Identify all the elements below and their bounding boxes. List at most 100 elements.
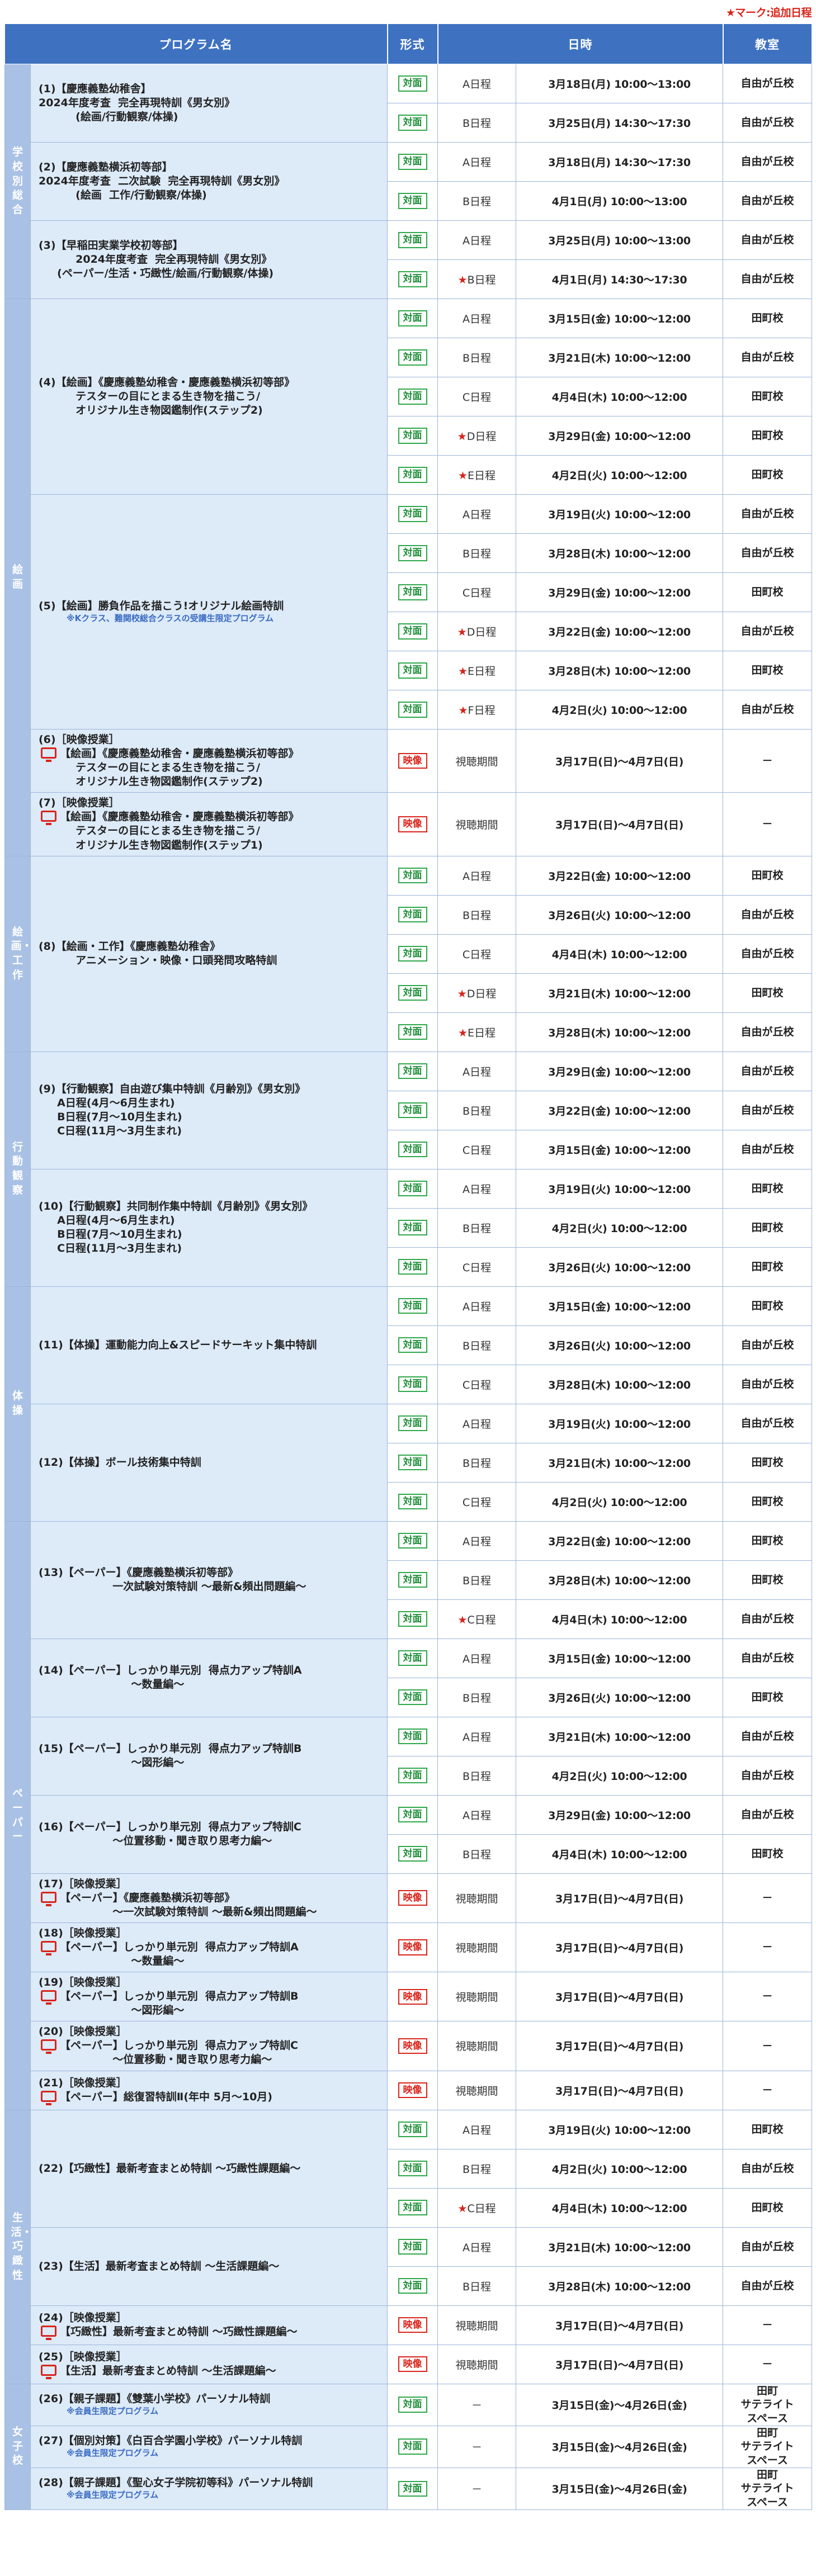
video-format-badge: 映像 — [398, 2356, 427, 2373]
member-only-note: ※会員生限定プログラム — [67, 2406, 159, 2417]
schedule-cell: 視聴期間 — [437, 728, 516, 793]
room-cell: 自由が丘校 — [723, 533, 812, 573]
in-person-format-badge: 対面 — [398, 1728, 427, 1745]
program-line-text: 【ペーパー】《慶應義塾横浜初等部》 — [60, 1891, 235, 1904]
video-format-badge: 映像 — [398, 752, 427, 769]
date-cell: 3月19日(火) 10:00～12:00 — [516, 1168, 723, 1209]
category-cell: 生活・巧緻性 — [4, 2109, 32, 2384]
program-name-cell: (9)【行動観察】自由遊び集中特訓《月齢別》《男女別》 A日程(4月～6月生まれ… — [30, 1051, 388, 1169]
header-program: プログラム名 — [4, 23, 388, 64]
date-cell: 3月21日(木) 10:00～12:00 — [516, 1442, 723, 1483]
format-cell: 対面 — [387, 1521, 438, 1561]
room-cell: 田町校 — [723, 1521, 812, 1561]
schedule-label: E日程 — [468, 470, 496, 482]
room-cell: 自由が丘校 — [723, 1364, 812, 1404]
in-person-format-badge: 対面 — [398, 1219, 427, 1236]
in-person-format-badge: 対面 — [398, 1493, 427, 1510]
schedule-cell: C日程 — [437, 572, 516, 612]
date-cell: 3月21日(木) 10:00～12:00 — [516, 2227, 723, 2267]
date-cell: 3月17日(日)～4月7日(日) — [516, 792, 723, 856]
program-name-cell: (11)【体操】運動能力向上&スピードサーキット集中特訓 — [30, 1286, 388, 1404]
schedule-label: A日程 — [463, 1809, 491, 1822]
date-cell: 3月15日(金) 10:00～12:00 — [516, 1286, 723, 1326]
room-cell: 自由が丘校 — [723, 1755, 812, 1796]
program-title: (15)【ペーパー】しっかり単元別 得点力アップ特訓B — [39, 1742, 302, 1755]
in-person-format-badge: 対面 — [398, 1845, 427, 1862]
schedule-cell: ★F日程 — [437, 690, 516, 730]
schedule-label: A日程 — [463, 235, 491, 247]
in-person-format-badge: 対面 — [398, 467, 427, 483]
in-person-format-badge: 対面 — [398, 1376, 427, 1393]
room-cell: 田町校 — [723, 1442, 812, 1483]
program-line: 【ペーパー】《慶應義塾横浜初等部》 — [39, 1891, 378, 1906]
date-cell: 3月26日(火) 10:00～12:00 — [516, 1247, 723, 1287]
date-cell: 4月4日(木) 10:00～12:00 — [516, 377, 723, 416]
schedule-cell: B日程 — [437, 1677, 516, 1717]
in-person-format-badge: 対面 — [398, 1532, 427, 1549]
room-cell: 田町校 — [723, 1208, 812, 1248]
date-cell: 4月2日(火) 10:00～12:00 — [516, 455, 723, 495]
room-cell: 田町 サテライト スペース — [723, 2425, 812, 2468]
program-name-cell: (8)【絵画・工作】《慶應義塾幼稚舎》 アニメーション・映像・口頭発問攻略特訓 — [30, 855, 388, 1052]
in-person-format-badge: 対面 — [398, 428, 427, 444]
format-cell: 映像 — [387, 1972, 438, 2022]
schedule-cell: ★D日程 — [437, 612, 516, 651]
room-cell: 自由が丘校 — [723, 494, 812, 534]
video-format-badge: 映像 — [398, 816, 427, 832]
program-name-cell: (16)【ペーパー】しっかり単元別 得点力アップ特訓C ～位置移動・聞き取り思考… — [30, 1794, 388, 1874]
program-name-cell: (17)［映像授業］ 【ペーパー】《慶應義塾横浜初等部》 ～一次試験対策特訓 ～最… — [30, 1873, 388, 1923]
date-cell: 4月2日(火) 10:00～12:00 — [516, 1481, 723, 1522]
in-person-format-badge: 対面 — [398, 349, 427, 366]
added-schedule-star-icon: ★ — [457, 1613, 468, 1626]
program-line: ～一次試験対策特訓 ～最新&頻出問題編～ — [39, 1905, 317, 1918]
schedule-cell: B日程 — [437, 1325, 516, 1365]
format-cell: 対面 — [387, 181, 438, 221]
program-line-text: 【巧緻性】最新考査まとめ特訓 ～巧緻性課題編～ — [60, 2326, 298, 2338]
date-cell: 3月17日(日)～4月7日(日) — [516, 2305, 723, 2345]
schedule-label: A日程 — [463, 157, 491, 169]
date-cell: 3月17日(日)～4月7日(日) — [516, 1873, 723, 1923]
room-cell: 田町 サテライト スペース — [723, 2383, 812, 2426]
schedule-cell: 視聴期間 — [437, 2305, 516, 2345]
format-cell: 対面 — [387, 690, 438, 730]
in-person-format-badge: 対面 — [398, 1415, 427, 1432]
program-line-text: 【ペーパー】しっかり単元別 得点力アップ特訓C — [60, 2039, 298, 2052]
schedule-cell: B日程 — [437, 533, 516, 573]
room-cell: 田町校 — [723, 1560, 812, 1600]
in-person-format-badge: 対面 — [398, 1024, 427, 1040]
date-cell: 3月29日(金) 10:00～12:00 — [516, 572, 723, 612]
program-line-text: 【ペーパー】しっかり単元別 得点力アップ特訓A — [60, 1940, 299, 1953]
program-line: オリジナル生き物図鑑制作(ステップ1) — [39, 839, 263, 851]
schedule-cell: A日程 — [437, 1521, 516, 1561]
video-monitor-icon — [41, 811, 56, 826]
date-cell: 3月28日(木) 10:00～12:00 — [516, 533, 723, 573]
schedule-cell: 視聴期間 — [437, 2021, 516, 2071]
schedule-cell: 視聴期間 — [437, 1972, 516, 2022]
schedule-label: C日程 — [462, 587, 492, 599]
format-cell: 対面 — [387, 1403, 438, 1443]
program-title: (3)【早稲田実業学校初等部】 — [39, 239, 183, 252]
program-line: C日程(11月～3月生まれ) — [39, 1125, 182, 1138]
program-line: テスターの目にとまる生き物を描こう/ — [39, 390, 261, 402]
in-person-format-badge: 対面 — [398, 1767, 427, 1784]
format-cell: 対面 — [387, 64, 438, 103]
schedule-cell: B日程 — [437, 338, 516, 377]
room-cell: 自由が丘校 — [723, 1051, 812, 1091]
program-name-cell: (23)【生活】最新考査まとめ特訓 ～生活課題編～ — [30, 2227, 388, 2306]
room-cell: 田町校 — [723, 1247, 812, 1287]
program-line-text: 【ペーパー】しっかり単元別 得点力アップ特訓B — [60, 1990, 299, 2003]
format-cell: 対面 — [387, 494, 438, 534]
program-line: 【生活】最新考査まとめ特訓 ～生活課題編～ — [39, 2364, 378, 2380]
table-row: (2)【慶應義塾横浜初等部】 2024年度考査 二次試験 完全再現特訓《男女別》 … — [5, 142, 812, 221]
program-line: 2024年度考査 完全再現特訓《男女別》 — [39, 253, 272, 266]
program-name-cell: (24)［映像授業］ 【巧緻性】最新考査まとめ特訓 ～巧緻性課題編～ — [30, 2305, 388, 2345]
schedule-label: C日程 — [462, 391, 492, 404]
table-row: 行動観察 (9)【行動観察】自由遊び集中特訓《月齢別》《男女別》 A日程(4月～6… — [4, 1051, 812, 1287]
schedule-label: B日程 — [462, 1339, 492, 1352]
room-cell: 自由が丘校 — [723, 1325, 812, 1365]
format-cell: 対面 — [387, 1638, 438, 1678]
schedule-cell: A日程 — [437, 1716, 516, 1756]
schedule-label: A日程 — [463, 1418, 491, 1431]
in-person-format-badge: 対面 — [398, 1337, 427, 1353]
header-date: 日時 — [437, 23, 724, 64]
